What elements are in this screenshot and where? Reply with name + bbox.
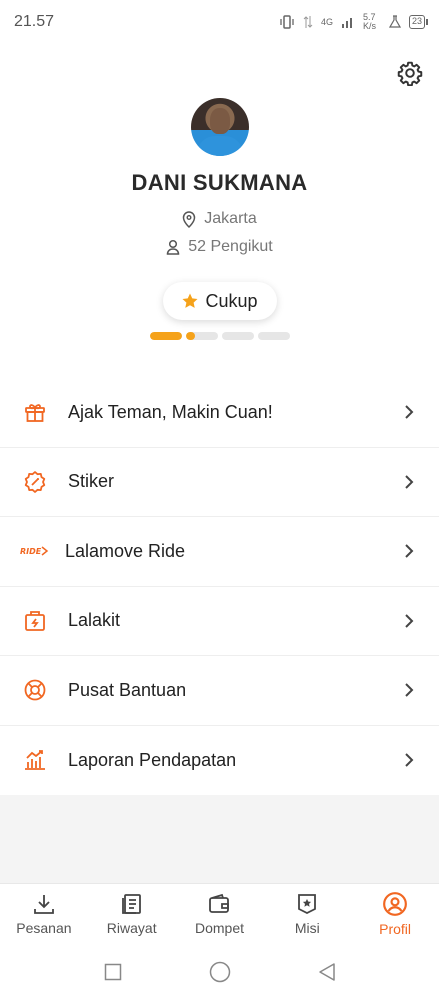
system-nav-bar [0,943,439,1000]
menu-item-lalakit[interactable]: Lalakit [0,587,439,656]
flask-icon [388,15,401,28]
level-badge[interactable]: Cukup [162,282,277,320]
nav-label: Dompet [194,919,244,936]
menu-item-lalamove-ride[interactable]: RIDE Lalamove Ride [0,517,439,587]
settings-button[interactable] [396,59,424,87]
chevron-right-icon [405,475,414,489]
nav-label: Pesanan [16,919,72,936]
user-icon [166,239,180,255]
progress-segment [257,332,290,340]
location-text: Jakarta [204,210,257,227]
nav-profile[interactable]: Profil [351,884,439,943]
gear-icon [397,61,423,86]
user-name: DANI SUKMANA [131,170,308,195]
menu-item-invite-friends[interactable]: Ajak Teman, Makin Cuan! [0,378,439,448]
progress-segment [185,332,218,340]
network-type: 4G [320,17,333,27]
ride-icon: RIDE [19,538,49,564]
followers-row: 52 Pengikut [0,238,439,256]
home-icon[interactable] [209,961,231,983]
menu-item-income-report[interactable]: Laporan Pendapatan [0,726,439,796]
level-progress-bar [149,332,290,340]
avatar[interactable] [190,98,249,156]
chevron-right-icon [405,753,414,767]
progress-segment [221,332,254,340]
back-icon[interactable] [318,962,336,982]
status-bar: 21.57 4G 5.7 K/s 23 [0,0,439,44]
recent-apps-icon[interactable] [104,963,122,981]
nav-orders[interactable]: Pesanan [0,884,88,943]
nav-history[interactable]: Riwayat [88,884,176,943]
nav-label: Misi [294,919,320,936]
kit-bag-icon [22,608,48,634]
menu-item-label: Pusat Bantuan [68,679,187,700]
menu-item-label: Ajak Teman, Makin Cuan! [68,401,273,422]
menu-item-label: Lalamove Ride [65,540,186,561]
chevron-right-icon [405,544,414,558]
status-time: 21.57 [14,13,55,30]
nav-missions[interactable]: Misi [263,884,351,943]
data-arrows-icon [303,16,313,28]
status-icons: 4G 5.7 K/s 23 [279,12,429,31]
wallet-icon [209,893,230,913]
profile-header: DANI SUKMANA Jakarta 52 Pengikut Cukup [0,98,439,340]
bar-chart-icon [22,747,48,773]
menu-item-stickers[interactable]: Stiker [0,448,439,517]
nav-wallet[interactable]: Dompet [176,884,264,943]
download-icon [33,894,54,914]
mission-icon [298,893,317,914]
chevron-right-icon [405,405,414,419]
ride-icon-text: RIDE [20,547,42,556]
profile-icon [383,891,407,916]
progress-segment [149,332,182,340]
network-speed: 5.7 K/s [362,12,376,31]
nav-label: Riwayat [106,919,157,936]
bottom-nav: Pesanan Riwayat Dompet Misi Profil [0,883,439,943]
menu-item-help-center[interactable]: Pusat Bantuan [0,656,439,726]
profile-menu: Ajak Teman, Makin Cuan! Stiker RIDE Lala… [0,378,439,795]
battery-indicator: 23 [408,15,429,29]
level-label: Cukup [205,290,258,311]
menu-item-label: Laporan Pendapatan [68,749,237,770]
sticker-icon [22,469,48,495]
history-icon [121,893,141,914]
menu-item-label: Stiker [68,471,115,492]
lifebuoy-icon [22,677,48,703]
followers-text: 52 Pengikut [188,238,273,255]
nav-label: Profil [379,920,412,937]
chevron-right-icon [405,614,414,628]
menu-area: Ajak Teman, Makin Cuan! Stiker RIDE Lala… [0,378,439,883]
star-icon [182,293,198,308]
menu-item-label: Lalakit [68,610,121,631]
chevron-right-icon [405,683,414,697]
location-pin-icon [183,210,196,228]
vibrate-icon [280,15,294,29]
signal-icon [341,18,352,28]
location-row: Jakarta [0,210,439,228]
gift-icon [22,399,48,425]
